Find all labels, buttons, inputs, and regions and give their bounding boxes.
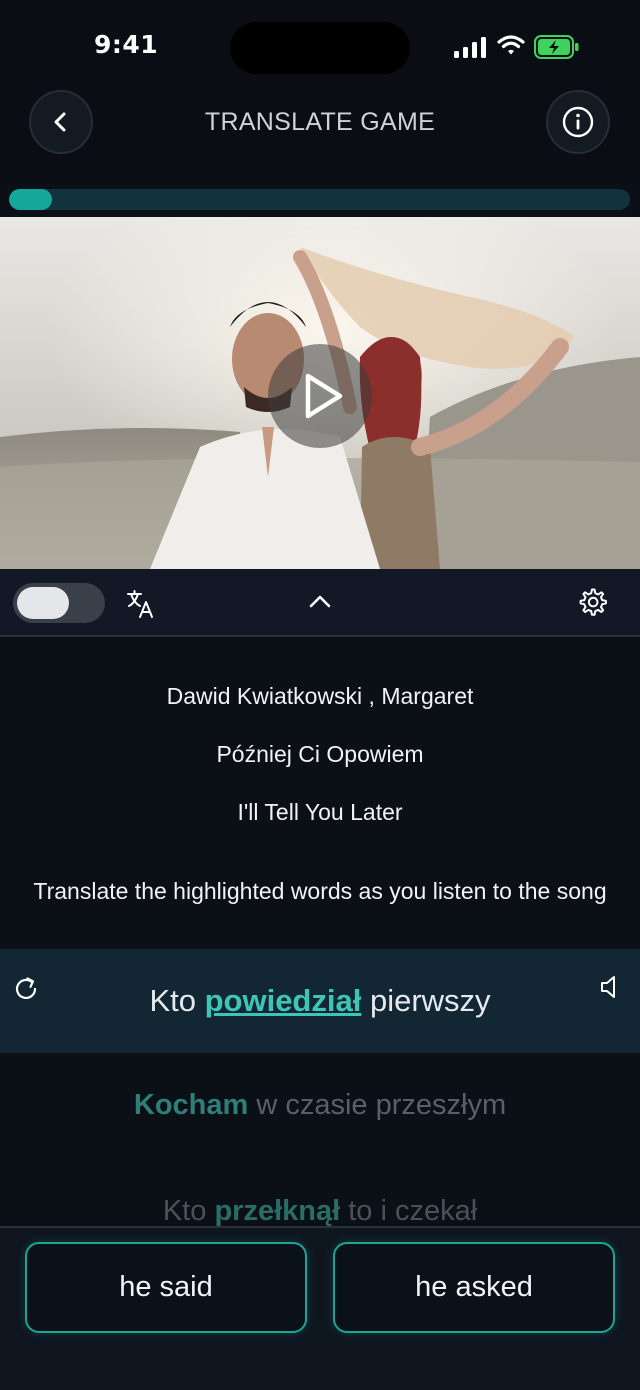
song-info: Dawid Kwiatkowski , Margaret Później Ci … [0,639,640,949]
info-icon [562,106,594,138]
play-button[interactable] [268,344,372,448]
info-button[interactable] [546,90,610,154]
answers-panel: he said he asked [0,1226,640,1390]
song-artist: Dawid Kwiatkowski , Margaret [166,683,474,709]
toggle-knob [17,587,69,619]
signal-icon [454,37,486,58]
dynamic-island [230,22,410,74]
back-button[interactable] [29,90,93,154]
song-title-translated: I'll Tell You Later [237,799,403,825]
lyric-after: w czasie przeszłym [248,1089,507,1121]
lyric-before: Kto [149,983,205,1018]
answer-button[interactable]: he said [25,1242,307,1333]
translation-toggle[interactable] [13,583,105,623]
lyric-text-active: Kto powiedział pierwszy [0,983,640,1019]
gear-icon[interactable] [577,587,607,617]
wifi-icon [497,35,525,55]
speaker-icon[interactable] [598,973,626,1001]
chevron-up-icon[interactable] [306,588,334,616]
progress-bar [9,189,630,210]
battery-icon [534,35,579,59]
highlighted-word[interactable]: powiedział [205,983,362,1018]
lyric-before: Kto [162,1195,215,1227]
answer-button[interactable]: he asked [333,1242,615,1333]
instruction-text: Translate the highlighted words as you l… [33,878,607,904]
page-title: TRANSLATE GAME [204,108,436,136]
status-time: 9:41 [94,30,159,59]
chevron-left-icon [54,112,66,132]
play-icon [305,373,343,419]
status-bar: 9:41 [0,0,640,92]
lyric-after: to i czekał [340,1195,478,1227]
active-lyric-line: Kto powiedział pierwszy [0,949,640,1053]
translate-icon[interactable] [126,589,156,619]
progress-fill [9,189,53,210]
lyric-after: pierwszy [361,983,491,1018]
controls-bar [0,569,640,637]
header: TRANSLATE GAME [0,90,640,182]
lyric-line-next: Kocham w czasie przeszłym [0,1089,640,1122]
highlighted-word: przełknął [214,1195,341,1227]
highlighted-word: Kocham [133,1089,249,1121]
song-title-original: Później Ci Opowiem [216,741,424,767]
lyric-line-next: Kto przełknął to i czekał [0,1195,640,1228]
